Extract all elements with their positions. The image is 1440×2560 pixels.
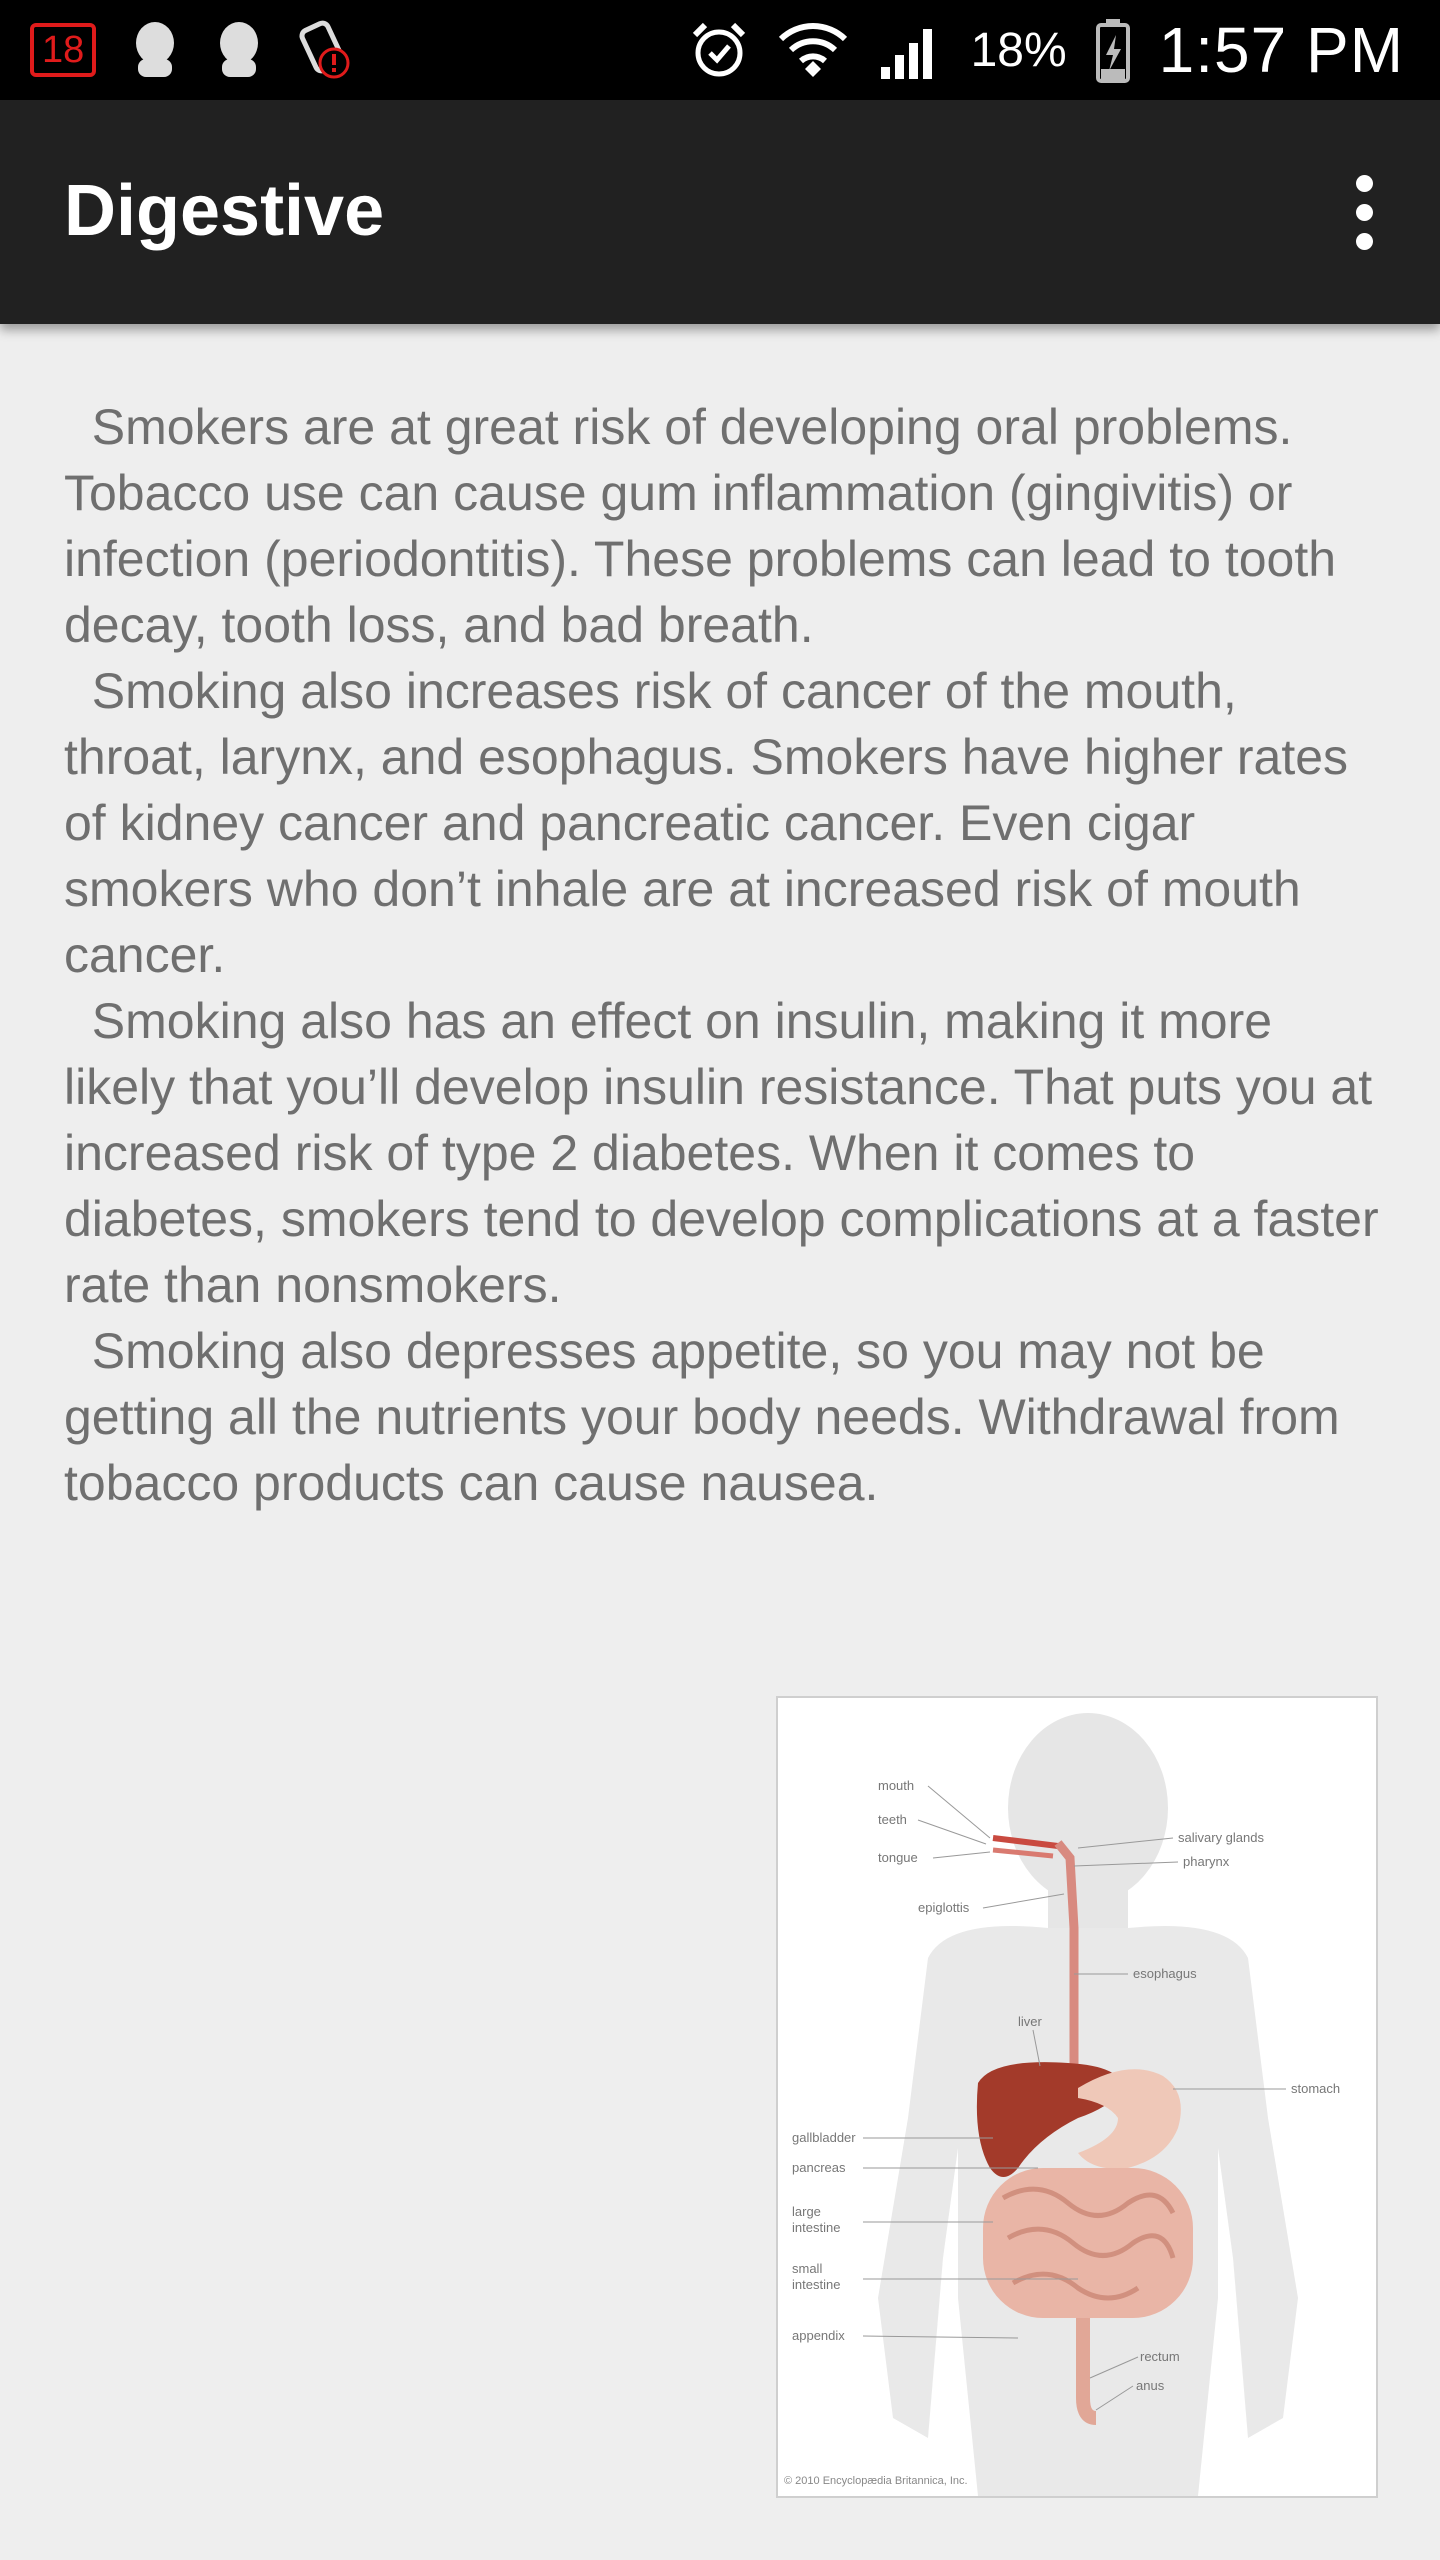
status-notifications: 18 (30, 18, 354, 82)
label-small-intestine-line1: small (792, 2261, 822, 2276)
menu-dot (1355, 174, 1373, 192)
battery-icon (1095, 17, 1131, 83)
label-pancreas: pancreas (792, 2160, 846, 2175)
user-avatar-icon (214, 19, 264, 81)
battery-percentage: 18% (970, 23, 1067, 77)
digestive-system-diagram: mouth teeth tongue epiglottis salivary g… (784, 1713, 1340, 2496)
label-tongue: tongue (878, 1850, 918, 1865)
menu-dot (1355, 232, 1373, 250)
digestive-system-image: mouth teeth tongue epiglottis salivary g… (776, 1696, 1378, 2498)
wifi-icon (777, 17, 849, 83)
label-epiglottis: epiglottis (918, 1900, 970, 1915)
label-esophagus: esophagus (1133, 1966, 1197, 1981)
label-large-intestine-line1: large (792, 2204, 821, 2219)
menu-dot (1355, 203, 1373, 221)
label-stomach: stomach (1291, 2081, 1340, 2096)
alarm-icon (689, 19, 749, 81)
paragraph-insulin: Smoking also has an effect on insulin, m… (64, 993, 1393, 1313)
label-appendix: appendix (792, 2328, 845, 2343)
article-body: Smokers are at great risk of developing … (64, 394, 1384, 1516)
paragraph-oral-problems: Smokers are at great risk of developing … (64, 399, 1350, 653)
paragraph-appetite: Smoking also depresses appetite, so you … (64, 1323, 1354, 1511)
overflow-menu-icon[interactable] (1316, 160, 1412, 264)
user-avatar-icon (130, 19, 180, 81)
clock: 1:57 PM (1158, 14, 1404, 86)
status-system: 18% 1:57 PM (689, 14, 1404, 86)
label-gallbladder: gallbladder (792, 2130, 856, 2145)
label-liver: liver (1018, 2014, 1043, 2029)
app-alert-icon (298, 19, 354, 81)
calendar-badge-icon: 18 (30, 23, 97, 77)
label-mouth: mouth (878, 1778, 914, 1793)
label-teeth: teeth (878, 1812, 907, 1827)
app-bar: Digestive (0, 100, 1440, 324)
status-bar: 18 18% 1:57 PM (0, 0, 1440, 100)
paragraph-cancer-risk: Smoking also increases risk of cancer of… (64, 663, 1362, 983)
label-pharynx: pharynx (1183, 1854, 1230, 1869)
figure-credit: © 2010 Encyclopædia Britannica, Inc. (784, 2475, 968, 2487)
label-small-intestine-line2: intestine (792, 2277, 840, 2292)
cell-signal-icon (877, 19, 943, 81)
page-title: Digestive (64, 171, 385, 251)
label-large-intestine-line2: intestine (792, 2220, 840, 2235)
label-rectum: rectum (1140, 2349, 1180, 2364)
label-anus: anus (1136, 2378, 1165, 2393)
label-salivary-glands: salivary glands (1178, 1830, 1264, 1845)
